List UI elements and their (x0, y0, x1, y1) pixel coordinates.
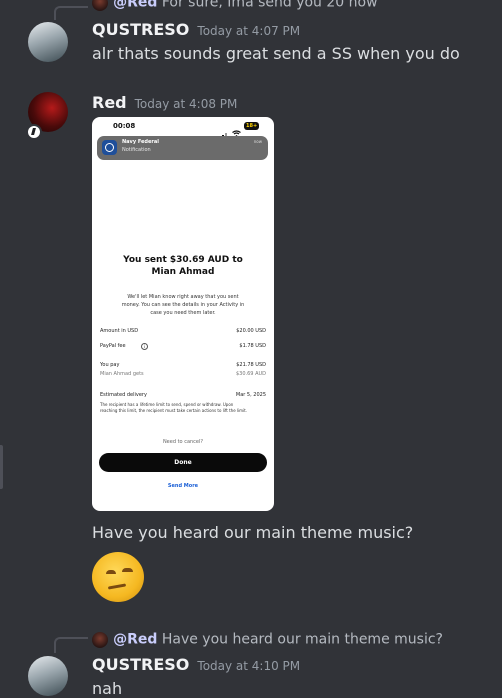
message-text: nah (92, 679, 123, 698)
notif-title: Navy Federal (122, 139, 159, 145)
reply-connector (54, 6, 88, 20)
reply-preview[interactable]: @Red Have you heard our main theme music… (92, 629, 443, 648)
body-line3: case you need them later. (150, 310, 216, 316)
gets-value: $30.69 AUD (235, 371, 266, 377)
reply-connector (54, 637, 88, 653)
username-red[interactable]: Red (92, 93, 127, 112)
reply-avatar (92, 631, 108, 648)
amount-label: Amount in USD (100, 328, 139, 334)
message-header: QUSTRESO Today at 4:10 PM (92, 655, 300, 674)
reply-snippet: For sure, Ima send you 20 now (161, 0, 378, 11)
smug-emoji[interactable] (92, 552, 144, 602)
limit-line2: reaching this limit, the recipient must … (100, 408, 248, 413)
amount-value: $20.00 USD (236, 328, 266, 334)
fee-value: $1.78 USD (239, 343, 266, 349)
sent-heading-line2: Mian Ahmad (151, 267, 215, 277)
fee-label: PayPal fee (100, 343, 126, 349)
avatar-qustreso[interactable] (28, 656, 68, 696)
scroll-edge-tab (0, 445, 3, 489)
reply-snippet: Have you heard our main theme music? (161, 631, 443, 648)
signal-icon (219, 123, 229, 138)
message-text: Have you heard our main theme music? (92, 523, 414, 542)
bank-logo-icon (102, 140, 117, 155)
notif-subtitle: Notification (122, 147, 151, 153)
message-timestamp[interactable]: Today at 4:10 PM (197, 659, 300, 673)
reply-mention[interactable]: @Red (113, 0, 157, 11)
battery-icon: 18+ (244, 122, 260, 130)
body-line2: money. You can see the details in your A… (121, 302, 245, 308)
done-button[interactable]: Done (99, 453, 267, 472)
wifi-icon (232, 122, 241, 137)
pay-row: You pay $21.78 USD (100, 362, 266, 368)
cancel-link[interactable]: Need to cancel? (92, 439, 274, 445)
status-time: 00:08 (113, 122, 136, 130)
status-badge-icon (26, 124, 42, 140)
message-text: alr thats sounds great send a SS when yo… (92, 44, 460, 63)
reply-mention[interactable]: @Red (113, 632, 157, 648)
message-header: Red Today at 4:08 PM (92, 93, 237, 112)
gets-label: Mian Ahmad gets (100, 371, 144, 377)
reply-avatar (92, 0, 108, 11)
fee-row: PayPal fee i $1.78 USD (100, 343, 266, 350)
pay-value: $21.78 USD (236, 362, 266, 368)
delivery-value: Mar 5, 2025 (235, 392, 266, 398)
message-timestamp[interactable]: Today at 4:07 PM (197, 24, 300, 38)
pay-label: You pay (100, 362, 120, 368)
username-qustreso[interactable]: QUSTRESO (92, 655, 189, 674)
gets-row: Mian Ahmad gets $30.69 AUD (100, 371, 266, 377)
info-icon[interactable]: i (141, 343, 148, 350)
message-header: QUSTRESO Today at 4:07 PM (92, 20, 300, 39)
amount-row: Amount in USD $20.00 USD (100, 328, 266, 334)
send-more-link[interactable]: Send More (92, 483, 274, 489)
delivery-label: Estimated delivery (100, 392, 147, 398)
avatar-qustreso[interactable] (28, 22, 68, 62)
delivery-row: Estimated delivery Mar 5, 2025 (100, 392, 266, 398)
notif-time: now (253, 139, 262, 144)
body-line1: We'll let Mian know right away that you … (127, 294, 239, 300)
sent-heading-line1: You sent $30.69 AUD to (123, 255, 243, 265)
username-qustreso[interactable]: QUSTRESO (92, 20, 189, 39)
message-timestamp[interactable]: Today at 4:08 PM (135, 97, 238, 111)
limit-line1: The recipient has a lifetime limit to se… (100, 402, 234, 407)
reply-preview[interactable]: @Red For sure, Ima send you 20 now (92, 0, 378, 11)
image-attachment[interactable]: 00:08 18+ Navy Federal Notification now … (92, 117, 274, 511)
notification-banner[interactable]: Navy Federal Notification now (97, 136, 268, 160)
